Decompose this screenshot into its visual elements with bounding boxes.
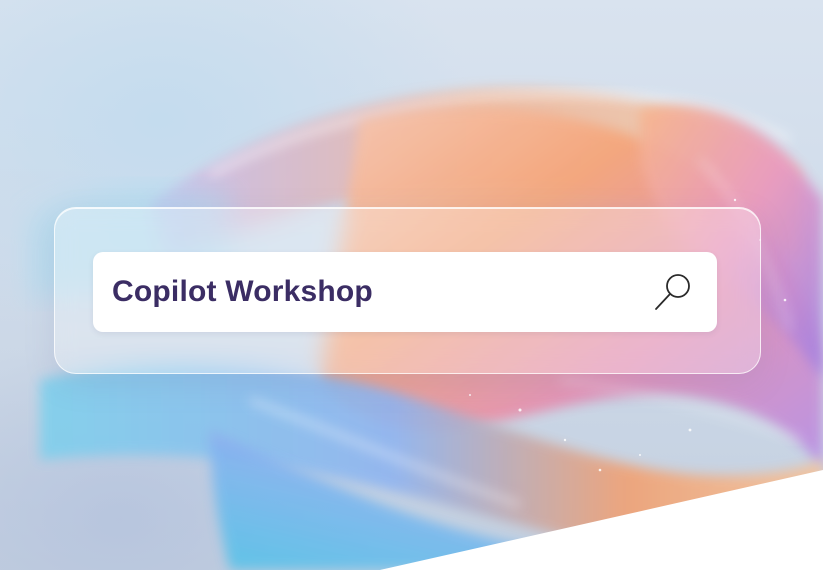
search-bar[interactable]: Copilot Workshop [93,252,717,332]
search-icon[interactable] [651,270,695,314]
hero-artwork: Copilot Workshop [0,0,823,570]
search-query-text[interactable]: Copilot Workshop [112,275,651,309]
